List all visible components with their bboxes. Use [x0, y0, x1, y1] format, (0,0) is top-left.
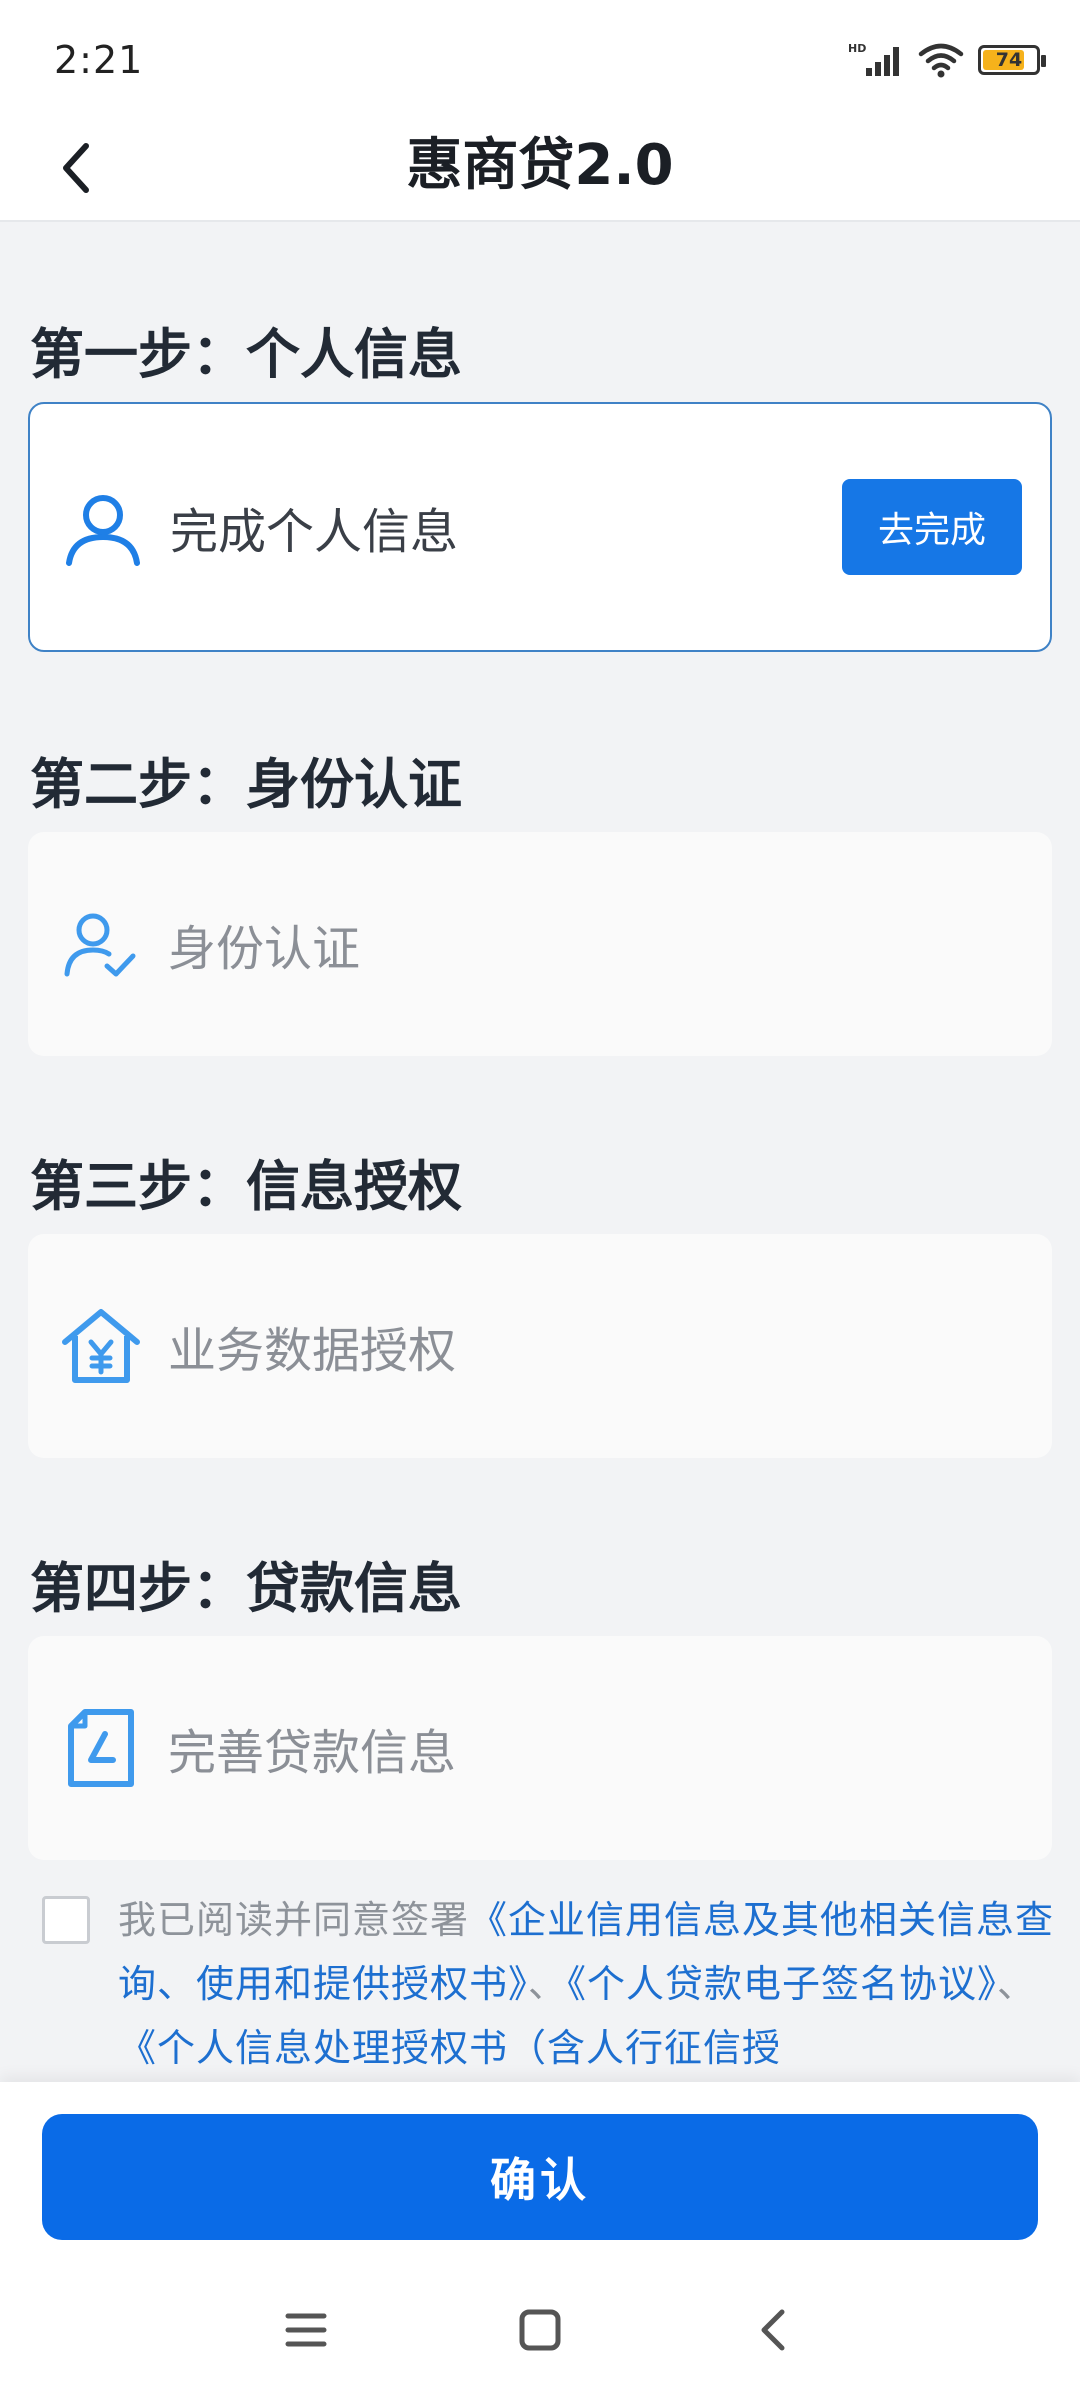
status-bar: 2:21 HD 74 — [0, 0, 1080, 118]
personal-info-auth-link[interactable]: 《个人信息处理授权书（含人行征信授 — [118, 2026, 781, 2070]
home-square-icon — [519, 2309, 561, 2351]
step-2-label: 身份认证 — [168, 921, 361, 977]
step-3-title: 第三步：信息授权 — [30, 1155, 462, 1218]
step-2-card[interactable]: 身份认证 — [28, 832, 1052, 1056]
menu-button[interactable] — [266, 2290, 346, 2370]
step-1-title: 第一步：个人信息 — [30, 323, 462, 386]
step-3-card[interactable]: 业务数据授权 — [28, 1234, 1052, 1458]
bottom-panel: 确认 — [0, 2082, 1080, 2400]
house-yen-icon — [56, 1301, 146, 1391]
signal-icon: HD — [848, 42, 899, 76]
agreement-prefix: 我已阅读并同意签署 — [118, 1898, 470, 1942]
status-time: 2:21 — [54, 38, 144, 82]
system-back-icon — [761, 2309, 785, 2351]
step-4-title: 第四步：贷款信息 — [30, 1557, 462, 1620]
agreement-text: 我已阅读并同意签署《企业信用信息及其他相关信息查询、使用和提供授权书》、《个人贷… — [118, 1888, 1058, 2080]
e-signature-link[interactable]: 《个人贷款电子签名协议》 — [567, 1962, 997, 2006]
system-nav-bar — [0, 2280, 1080, 2380]
home-button[interactable] — [500, 2290, 580, 2370]
agreement-separator-1: 、 — [528, 1962, 568, 2006]
agreement-separator-2: 、 — [997, 1962, 1037, 2006]
battery-icon: 74 — [978, 45, 1046, 75]
user-icon — [58, 482, 148, 572]
step-1-label: 完成个人信息 — [170, 504, 459, 560]
go-complete-button[interactable]: 去完成 — [842, 479, 1022, 575]
wifi-icon — [918, 43, 964, 78]
step-4-card[interactable]: 完善贷款信息 — [28, 1636, 1052, 1860]
step-2-title: 第二步：身份认证 — [30, 753, 462, 816]
agreement-checkbox[interactable] — [42, 1896, 90, 1944]
document-edit-icon — [56, 1703, 146, 1793]
page-title: 惠商贷2.0 — [406, 133, 674, 198]
system-back-button[interactable] — [734, 2290, 814, 2370]
battery-level: 74 — [995, 49, 1023, 71]
confirm-button[interactable]: 确认 — [42, 2114, 1038, 2240]
status-icons: HD 74 — [848, 40, 1046, 80]
menu-icon — [285, 2313, 327, 2347]
network-type-label: HD — [848, 42, 866, 55]
user-check-icon — [56, 899, 146, 989]
step-1-card[interactable]: 完成个人信息 去完成 — [28, 402, 1052, 652]
nav-bar: 惠商贷2.0 — [0, 118, 1080, 222]
step-4-label: 完善贷款信息 — [168, 1725, 457, 1781]
step-3-label: 业务数据授权 — [168, 1323, 457, 1379]
